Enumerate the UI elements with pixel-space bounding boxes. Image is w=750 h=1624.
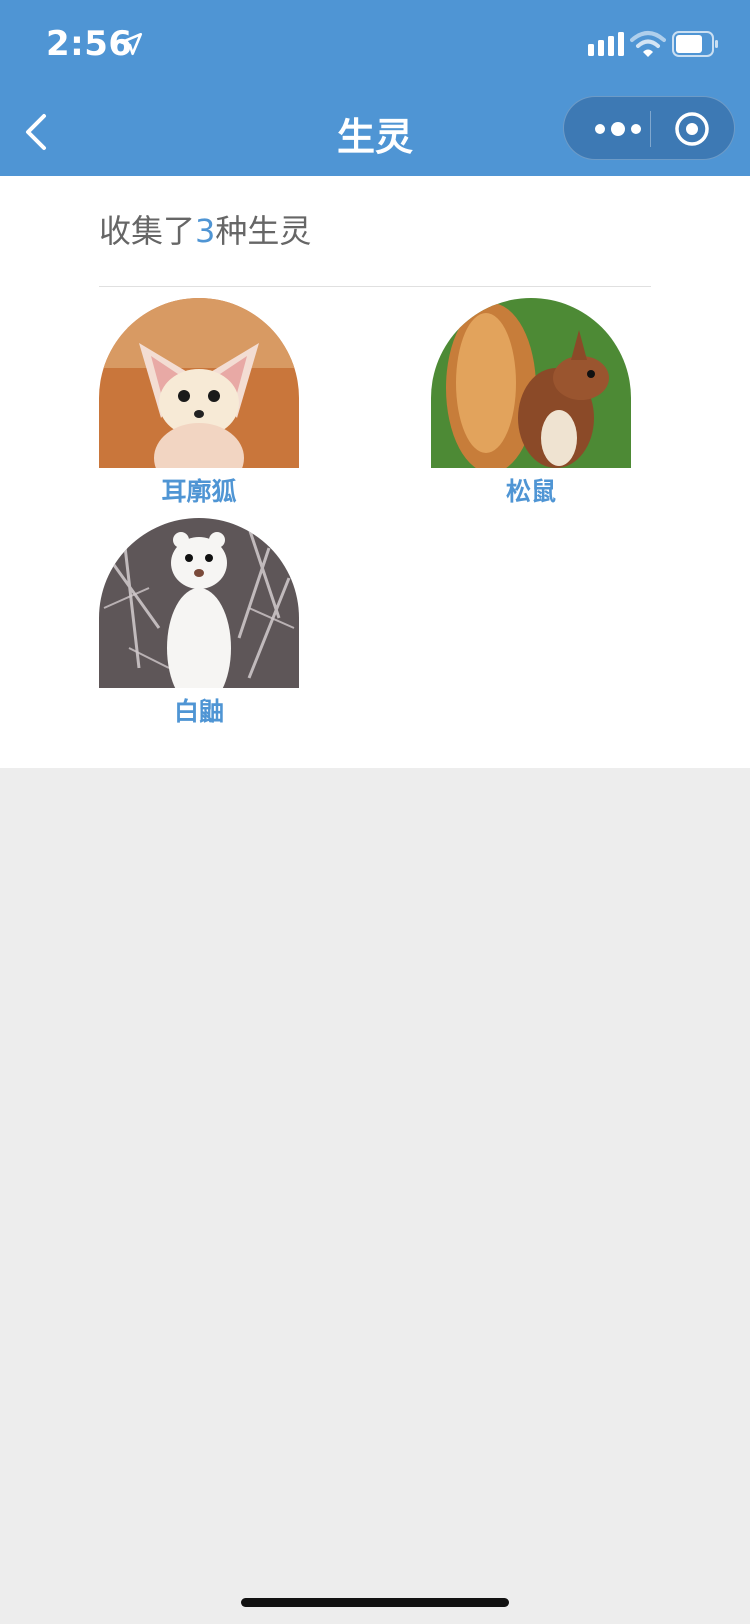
summary-prefix: 收集了 <box>99 212 196 250</box>
more-options-icon[interactable] <box>588 115 648 143</box>
creature-card-fennec-fox[interactable]: 耳廓狐 <box>99 298 299 508</box>
location-arrow-icon <box>119 32 143 56</box>
top-bar: 2:56 生灵 <box>0 0 750 176</box>
creature-name: 耳廓狐 <box>161 477 237 506</box>
status-bar: 2:56 <box>0 0 750 88</box>
collection-summary: 收集了3种生灵 <box>99 206 311 252</box>
capsule-divider <box>650 111 651 147</box>
summary-divider <box>99 286 651 287</box>
nav-bar: 生灵 <box>0 88 750 176</box>
fennec-fox-photo <box>99 298 299 468</box>
creature-card-stoat[interactable]: 白鼬 <box>99 518 299 728</box>
home-indicator <box>241 1598 509 1607</box>
summary-count: 3 <box>195 212 216 250</box>
stoat-photo <box>99 518 299 688</box>
wifi-icon <box>630 31 666 57</box>
creature-name: 松鼠 <box>505 477 556 506</box>
creature-card-squirrel[interactable]: 松鼠 <box>431 298 631 508</box>
squirrel-photo <box>431 298 631 468</box>
battery-icon <box>672 31 718 57</box>
collection-panel: 收集了3种生灵 耳廓狐 松鼠 白鼬 <box>0 176 750 768</box>
miniprogram-capsule <box>563 96 735 160</box>
summary-suffix: 种生灵 <box>215 212 312 250</box>
close-miniprogram-icon[interactable] <box>674 111 710 147</box>
cellular-signal-icon <box>588 32 624 56</box>
creature-name: 白鼬 <box>173 697 224 726</box>
